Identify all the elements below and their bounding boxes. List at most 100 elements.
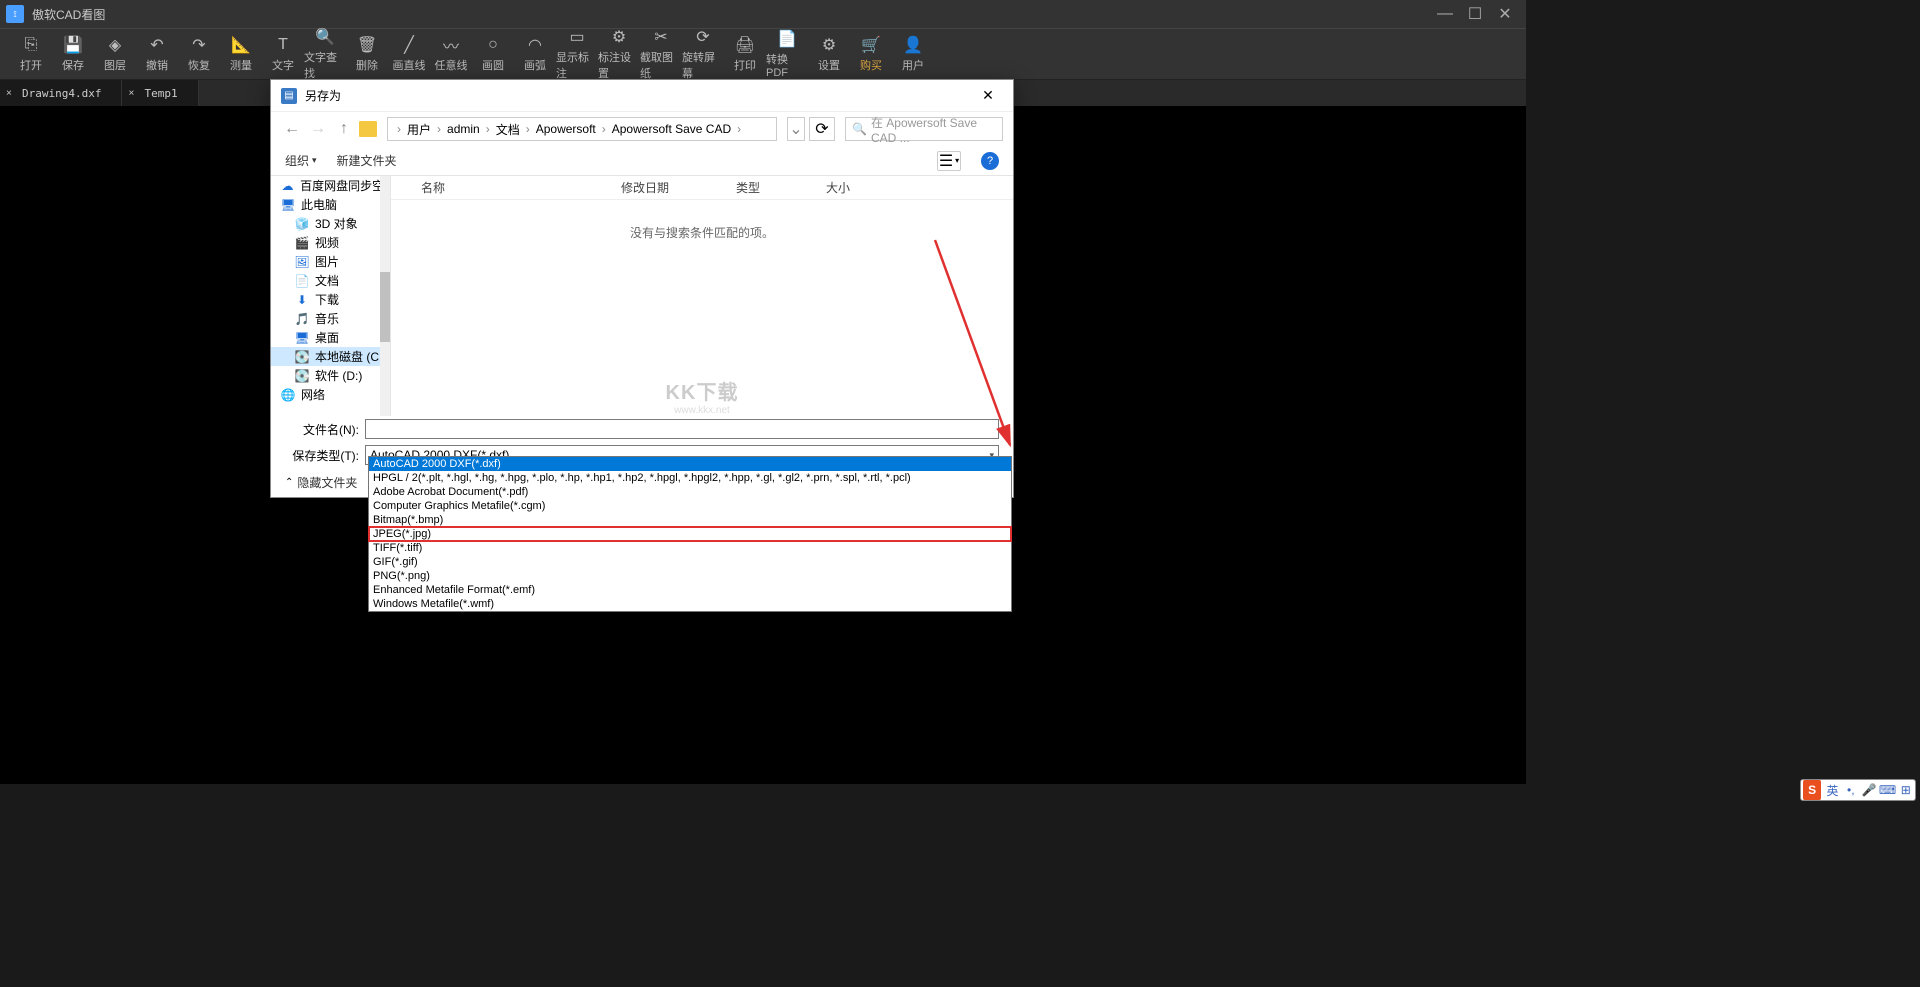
organize-menu[interactable]: 组织 ▾: [285, 152, 317, 169]
undo-button[interactable]: ↶撤销: [136, 30, 178, 78]
new-folder-button[interactable]: 新建文件夹: [337, 152, 397, 169]
help-button[interactable]: ?: [981, 152, 999, 170]
sidebar-folder-item[interactable]: 💽本地磁盘 (C:): [271, 347, 390, 366]
folder-type-icon: ⬇: [295, 293, 309, 307]
column-date[interactable]: 修改日期: [621, 179, 736, 196]
filetype-option[interactable]: Adobe Acrobat Document(*.pdf): [369, 485, 1011, 499]
delete-button[interactable]: 🗑删除: [346, 30, 388, 78]
redo-button[interactable]: ↷恢复: [178, 30, 220, 78]
filetype-dropdown-list[interactable]: AutoCAD 2000 DXF(*.dxf)HPGL / 2(*.plt, *…: [368, 456, 1012, 612]
breadcrumb-segment[interactable]: Apowersoft Save CAD: [612, 122, 731, 136]
measure-button[interactable]: 📐测量: [220, 30, 262, 78]
save-button-icon: 💾: [63, 35, 83, 55]
to-pdf-button[interactable]: 📄转换PDF: [766, 30, 808, 78]
buy-button[interactable]: 🛒购买: [850, 30, 892, 78]
empty-message: 没有与搜索条件匹配的项。: [391, 224, 1013, 241]
settings-button[interactable]: ⚙设置: [808, 30, 850, 78]
crop-button[interactable]: ✂截取图纸: [640, 30, 682, 78]
folder-sidebar[interactable]: ☁百度网盘同步空间🖥此电脑🧊3D 对象🎬视频🖼图片📄文档⬇下载🎵音乐🖥桌面💽本地…: [271, 176, 391, 416]
ime-menu-button[interactable]: ⊞: [1897, 783, 1915, 797]
breadcrumb-dropdown[interactable]: ⌄: [787, 117, 805, 141]
filetype-option[interactable]: TIFF(*.tiff): [369, 541, 1011, 555]
column-name[interactable]: 名称: [421, 179, 621, 196]
filetype-option[interactable]: JPEG(*.jpg): [369, 527, 1011, 541]
filetype-option[interactable]: AutoCAD 2000 DXF(*.dxf): [369, 457, 1011, 471]
folder-type-icon: 🖼: [295, 255, 309, 269]
filetype-option[interactable]: Enhanced Metafile Format(*.emf): [369, 583, 1011, 597]
minimize-button[interactable]: —: [1430, 2, 1460, 26]
sidebar-folder-item[interactable]: 🧊3D 对象: [271, 214, 390, 233]
layers-button-icon: ◈: [109, 35, 121, 55]
breadcrumb[interactable]: › 用户›admin›文档›Apowersoft›Apowersoft Save…: [387, 117, 777, 141]
title-bar: ⟟ 傲软CAD看图 — ☐ ✕: [0, 0, 1526, 28]
filetype-option[interactable]: Bitmap(*.bmp): [369, 513, 1011, 527]
nav-forward-button[interactable]: →: [307, 118, 329, 140]
ime-punct-button[interactable]: •,: [1842, 783, 1860, 797]
sidebar-folder-item[interactable]: 🎬视频: [271, 233, 390, 252]
filetype-option[interactable]: PNG(*.png): [369, 569, 1011, 583]
dialog-title: 另存为: [305, 87, 973, 104]
refresh-button[interactable]: ⟳: [809, 117, 835, 141]
breadcrumb-segment[interactable]: admin: [447, 122, 480, 136]
show-dimension-button-icon: ▭: [569, 27, 584, 47]
file-list-area[interactable]: 名称 修改日期 类型 大小 没有与搜索条件匹配的项。 KK下载 www.kkx.…: [391, 176, 1013, 416]
arc-button[interactable]: ◠画弧: [514, 30, 556, 78]
user-button[interactable]: 👤用户: [892, 30, 934, 78]
print-button[interactable]: 🖨打印: [724, 30, 766, 78]
rotate-button[interactable]: ⟳旋转屏幕: [682, 30, 724, 78]
text-button[interactable]: T文字: [262, 30, 304, 78]
nav-up-button[interactable]: ↑: [333, 118, 355, 140]
ime-lang-button[interactable]: 英: [1823, 782, 1841, 799]
show-dimension-button[interactable]: ▭显示标注: [556, 30, 598, 78]
folder-type-icon: ☁: [281, 179, 294, 193]
sidebar-scroll-thumb[interactable]: [380, 272, 390, 342]
filetype-option[interactable]: GIF(*.gif): [369, 555, 1011, 569]
column-type[interactable]: 类型: [736, 179, 826, 196]
document-tab[interactable]: ×Drawing4.dxf: [0, 80, 122, 106]
breadcrumb-segment[interactable]: 文档: [496, 121, 520, 138]
tab-close-icon[interactable]: ×: [6, 88, 12, 99]
filetype-option[interactable]: HPGL / 2(*.plt, *.hgl, *.hg, *.hpg, *.pl…: [369, 471, 1011, 485]
sidebar-folder-item[interactable]: 🖥此电脑: [271, 195, 390, 214]
watermark: KK下载 www.kkx.net: [666, 376, 739, 416]
dimension-settings-button[interactable]: ⚙标注设置: [598, 30, 640, 78]
breadcrumb-segment[interactable]: 用户: [407, 121, 431, 138]
document-tab[interactable]: ×Temp1: [122, 80, 198, 106]
filetype-option[interactable]: Computer Graphics Metafile(*.cgm): [369, 499, 1011, 513]
print-button-icon: 🖨: [735, 35, 755, 55]
maximize-button[interactable]: ☐: [1460, 2, 1490, 26]
open-button[interactable]: ⎘打开: [10, 30, 52, 78]
sidebar-folder-item[interactable]: 💽软件 (D:): [271, 366, 390, 385]
ime-voice-button[interactable]: 🎤: [1860, 783, 1878, 797]
find-text-button[interactable]: 🔍文字查找: [304, 30, 346, 78]
sidebar-folder-item[interactable]: 🌐网络: [271, 385, 390, 404]
view-options-button[interactable]: ☰ ▾: [937, 151, 961, 171]
filename-input[interactable]: [365, 419, 999, 439]
ime-toolbar[interactable]: S 英 •, 🎤 ⌨ ⊞: [1800, 779, 1916, 801]
close-button[interactable]: ✕: [1490, 2, 1520, 26]
column-size[interactable]: 大小: [826, 179, 850, 196]
buy-button-icon: 🛒: [861, 35, 881, 55]
sidebar-folder-item[interactable]: ☁百度网盘同步空间: [271, 176, 390, 195]
ime-logo-icon: S: [1803, 780, 1821, 800]
save-button[interactable]: 💾保存: [52, 30, 94, 78]
layers-button[interactable]: ◈图层: [94, 30, 136, 78]
to-pdf-button-icon: 📄: [777, 29, 797, 49]
nav-back-button[interactable]: ←: [281, 118, 303, 140]
sidebar-folder-item[interactable]: 📄文档: [271, 271, 390, 290]
sidebar-folder-item[interactable]: 🖼图片: [271, 252, 390, 271]
sidebar-folder-item[interactable]: ⬇下载: [271, 290, 390, 309]
line-button[interactable]: ╱画直线: [388, 30, 430, 78]
filetype-label: 保存类型(T):: [285, 447, 365, 464]
search-input[interactable]: 🔍 在 Apowersoft Save CAD ...: [845, 117, 1003, 141]
tab-close-icon[interactable]: ×: [128, 88, 134, 99]
breadcrumb-segment[interactable]: Apowersoft: [536, 122, 596, 136]
filetype-option[interactable]: Windows Metafile(*.wmf): [369, 597, 1011, 611]
dialog-close-button[interactable]: ✕: [973, 87, 1003, 104]
sidebar-folder-item[interactable]: 🖥桌面: [271, 328, 390, 347]
sidebar-folder-item[interactable]: 🎵音乐: [271, 309, 390, 328]
hide-folders-link[interactable]: 隐藏文件夹: [297, 474, 357, 491]
ime-keyboard-button[interactable]: ⌨: [1878, 783, 1896, 797]
polyline-button[interactable]: 〰任意线: [430, 30, 472, 78]
circle-button[interactable]: ○画圆: [472, 30, 514, 78]
